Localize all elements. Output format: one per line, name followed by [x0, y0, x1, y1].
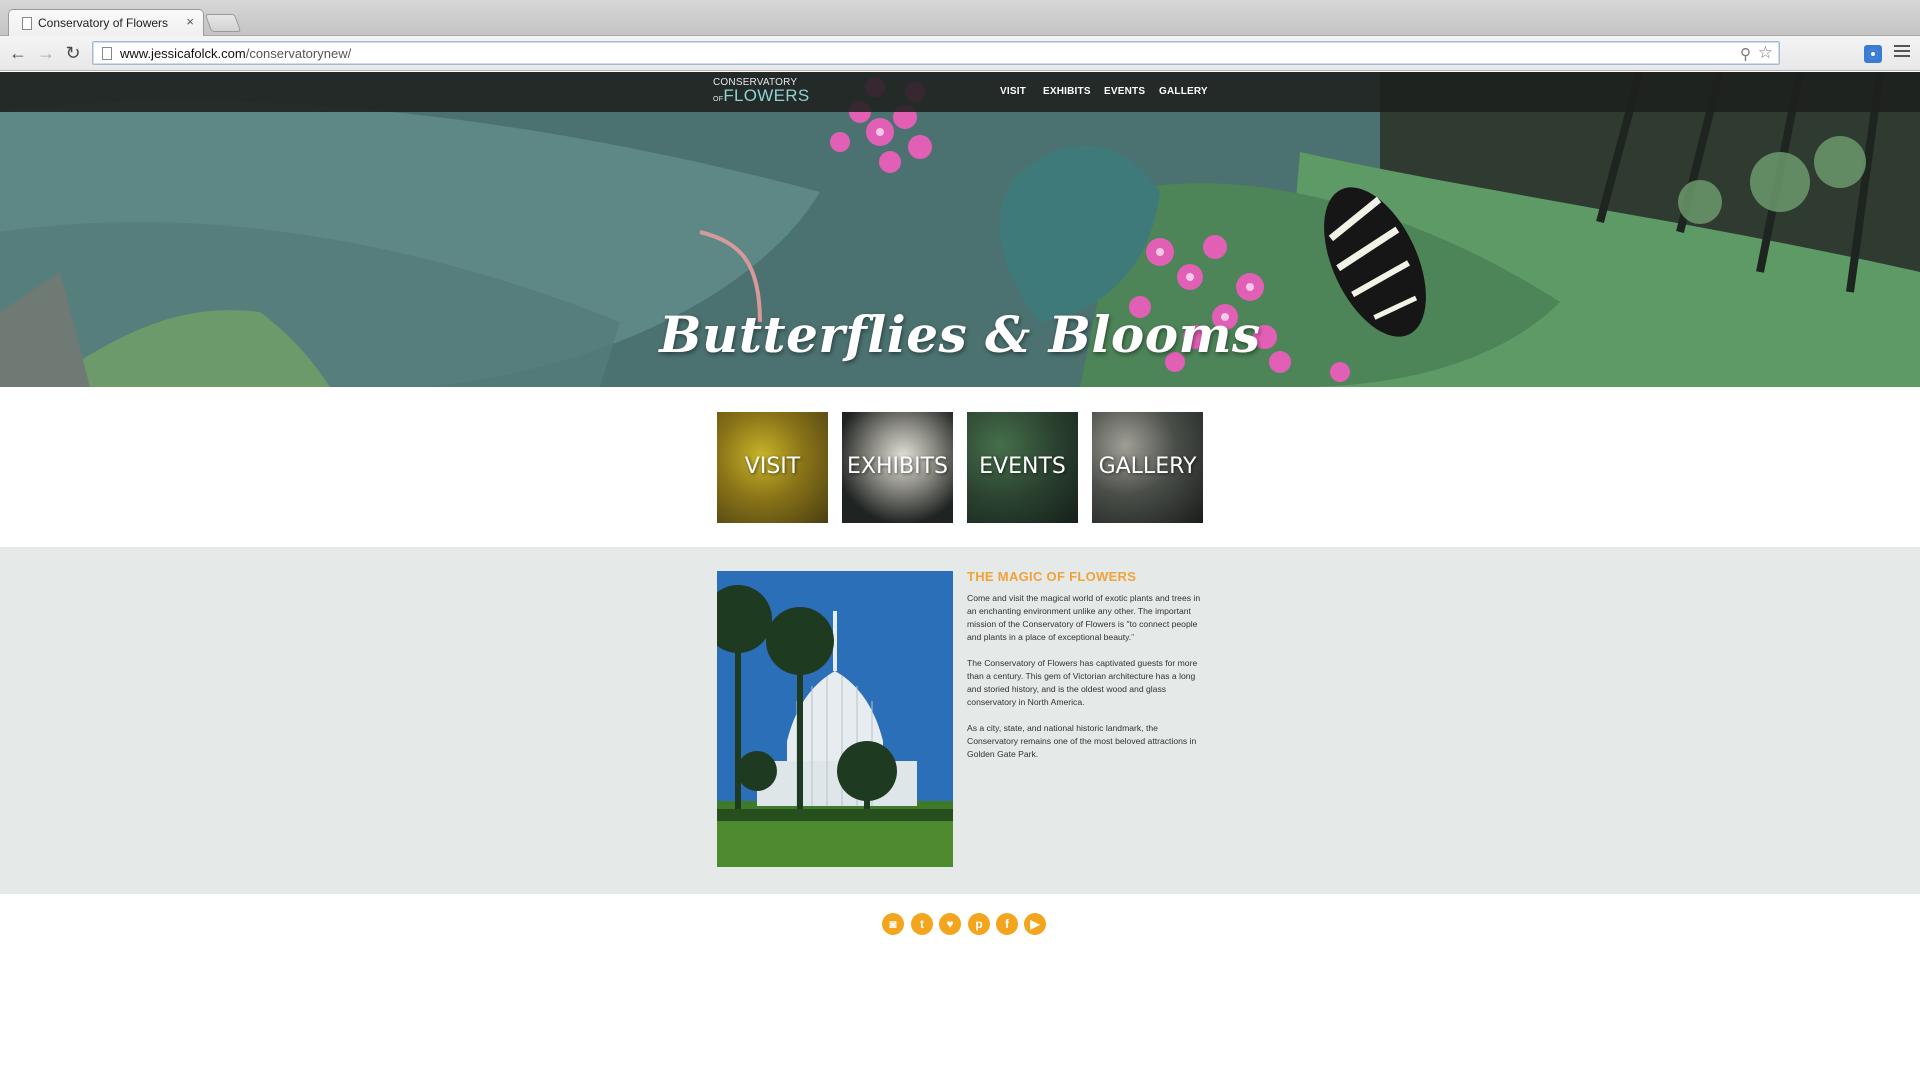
back-arrow-icon[interactable]: ← — [6, 41, 30, 65]
about-quote-mark: " — [1131, 632, 1135, 642]
new-tab-button[interactable] — [204, 14, 242, 32]
tile-exhibits-label: EXHIBITS — [847, 454, 948, 479]
page-icon — [22, 17, 32, 30]
about-paragraph-2: The Conservatory of Flowers has captivat… — [967, 658, 1198, 707]
pinterest-icon[interactable]: p — [968, 913, 990, 935]
page-content: CONSERVATORY OFFLOWERS VISIT EXHIBITS EV… — [0, 72, 1920, 1080]
menu-icon[interactable] — [1894, 45, 1910, 61]
about-text: THE MAGIC OF FLOWERS Come and visit the … — [967, 569, 1203, 774]
bookmark-star-icon[interactable]: ☆ — [1758, 43, 1773, 63]
about-paragraph-1: Come and visit the magical world of exot… — [967, 592, 1203, 644]
logo-flowers: FLOWERS — [723, 86, 810, 105]
tile-events-label: EVENTS — [979, 454, 1066, 479]
extension-icon[interactable] — [1864, 45, 1882, 63]
logo-line-flowers: OFFLOWERS — [713, 87, 810, 104]
instagram-icon[interactable]: ◙ — [882, 913, 904, 935]
address-bar[interactable]: www.jessicafolck.com/conservatorynew/ ⚲ … — [92, 41, 1780, 65]
logo-of: OF — [713, 96, 724, 103]
about-heading: THE MAGIC OF FLOWERS — [967, 569, 1137, 584]
forward-arrow-icon[interactable]: → — [34, 41, 58, 65]
hero-banner: CONSERVATORY OFFLOWERS VISIT EXHIBITS EV… — [0, 72, 1920, 387]
reload-icon[interactable]: ↻ — [61, 41, 85, 65]
browser-tab[interactable]: Conservatory of Flowers × — [8, 9, 204, 37]
tile-events[interactable]: EVENTS — [967, 412, 1078, 523]
tumblr-icon[interactable]: t — [911, 913, 933, 935]
about-section: THE MAGIC OF FLOWERS Come and visit the … — [0, 547, 1920, 894]
site-logo[interactable]: CONSERVATORY OFFLOWERS — [713, 78, 810, 105]
tile-visit[interactable]: VISIT — [717, 412, 828, 523]
tab-title: Conservatory of Flowers — [38, 16, 169, 30]
hero-title: Butterflies & Blooms — [659, 305, 1261, 364]
conservatory-photo-image — [717, 571, 953, 867]
about-paragraph-3: As a city, state, and national historic … — [967, 723, 1197, 759]
tile-gallery-label: GALLERY — [1098, 454, 1197, 479]
youtube-icon[interactable]: ▶ — [1024, 913, 1046, 935]
nav-link-visit[interactable]: VISIT — [1000, 86, 1026, 97]
facebook-icon[interactable]: f — [996, 913, 1018, 935]
browser-toolbar: ← → ↻ www.jessicafolck.com/conservatoryn… — [0, 36, 1920, 71]
search-icon[interactable]: ⚲ — [1740, 45, 1751, 63]
close-tab-icon[interactable]: × — [186, 14, 194, 29]
url-domain: www.jessicafolck.com — [120, 46, 246, 61]
browser-tab-bar: Conservatory of Flowers × — [0, 0, 1920, 37]
conservatory-photo — [717, 571, 953, 867]
site-navbar: CONSERVATORY OFFLOWERS VISIT EXHIBITS EV… — [0, 72, 1920, 112]
tile-visit-label: VISIT — [744, 454, 801, 479]
url-path: /conservatorynew/ — [245, 46, 352, 61]
nav-link-gallery[interactable]: GALLERY — [1159, 86, 1208, 97]
url-text[interactable]: www.jessicafolck.com/conservatorynew/ — [120, 46, 351, 61]
tile-gallery[interactable]: GALLERY — [1092, 412, 1203, 523]
tile-exhibits[interactable]: EXHIBITS — [842, 412, 953, 523]
twitter-icon[interactable]: ♥ — [939, 913, 961, 935]
nav-link-events[interactable]: EVENTS — [1104, 86, 1145, 97]
about-paragraph-1-text: Come and visit the magical world of exot… — [967, 593, 1201, 642]
nav-link-exhibits[interactable]: EXHIBITS — [1043, 86, 1091, 97]
page-icon — [102, 47, 112, 60]
